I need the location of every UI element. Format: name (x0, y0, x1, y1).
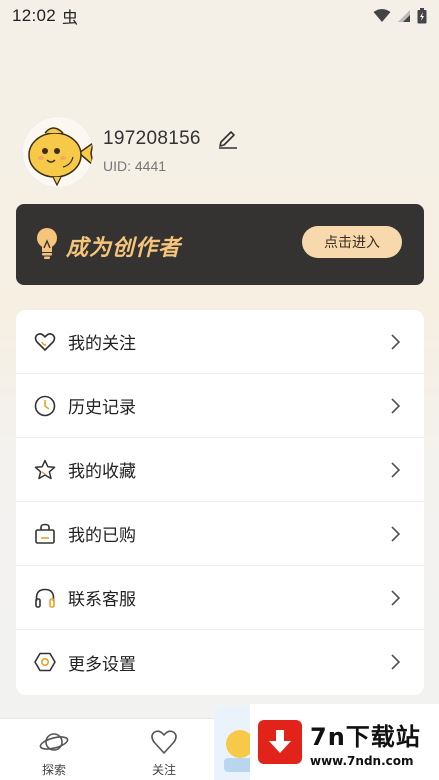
watermark-url: www.7ndn.com (310, 753, 414, 768)
lightbulb-icon (37, 228, 57, 259)
menu-item-favorites[interactable]: 我的收藏 (16, 438, 424, 502)
chevron-right-icon (391, 654, 401, 670)
chevron-right-icon (391, 589, 401, 606)
nav-label: 关注 (151, 763, 176, 777)
fish-mascot-icon (28, 127, 93, 187)
status-icons (373, 8, 427, 24)
chevron-right-icon (391, 397, 401, 414)
avatar[interactable] (22, 116, 94, 188)
menu-item-purchased[interactable]: 我的已购 (16, 502, 424, 566)
heart-icon (151, 730, 177, 754)
watermark: 7n下载站 www.7ndn.com (250, 704, 439, 780)
watermark-title: 7n下载站 (310, 722, 421, 751)
wifi-icon (373, 9, 391, 22)
menu-item-settings[interactable]: 更多设置 (16, 630, 424, 694)
chevron-right-icon (391, 461, 401, 478)
menu-label: 更多设置 (68, 654, 136, 675)
menu-label: 历史记录 (68, 398, 136, 418)
download-logo-icon (258, 720, 302, 764)
status-time: 12:02 (12, 6, 57, 25)
chevron-right-icon (391, 333, 401, 350)
status-bar: 12:02 虫 (0, 0, 439, 32)
username: 197208156 (103, 128, 201, 149)
signal-icon (398, 10, 410, 22)
battery-icon (417, 8, 427, 24)
menu-card: 我的关注 历史记录 我的收藏 我的已购 联系客服 更多设置 (16, 310, 424, 695)
chevron-right-icon (391, 525, 401, 542)
heart-icon (34, 332, 56, 351)
settings-hexagon-icon (34, 652, 56, 672)
shopping-bag-icon (35, 523, 55, 544)
edit-icon[interactable] (216, 126, 240, 150)
menu-item-customer-service[interactable]: 联系客服 (16, 566, 424, 630)
menu-label: 我的已购 (68, 526, 136, 546)
menu-item-history[interactable]: 历史记录 (16, 374, 424, 438)
uid-label: UID: 4441 (103, 158, 167, 174)
nav-tab-following[interactable]: 关注 (134, 719, 194, 780)
nav-label: 探索 (41, 763, 66, 777)
planet-icon (39, 733, 69, 751)
enter-creator-button[interactable]: 点击进入 (302, 226, 402, 258)
menu-label: 我的关注 (68, 334, 136, 354)
menu-label: 联系客服 (68, 590, 136, 610)
notification-icon: 虫 (62, 8, 79, 27)
nav-tab-explore[interactable]: 探索 (24, 719, 84, 780)
star-icon (34, 459, 56, 479)
headset-icon (35, 588, 55, 608)
menu-item-following[interactable]: 我的关注 (16, 310, 424, 374)
profile-header: 197208156 UID: 4441 (22, 116, 422, 188)
clock-icon (34, 395, 56, 416)
creator-banner[interactable]: 成为创作者 点击进入 (16, 204, 424, 285)
menu-label: 我的收藏 (68, 462, 136, 482)
creator-title: 成为创作者 (66, 236, 182, 261)
